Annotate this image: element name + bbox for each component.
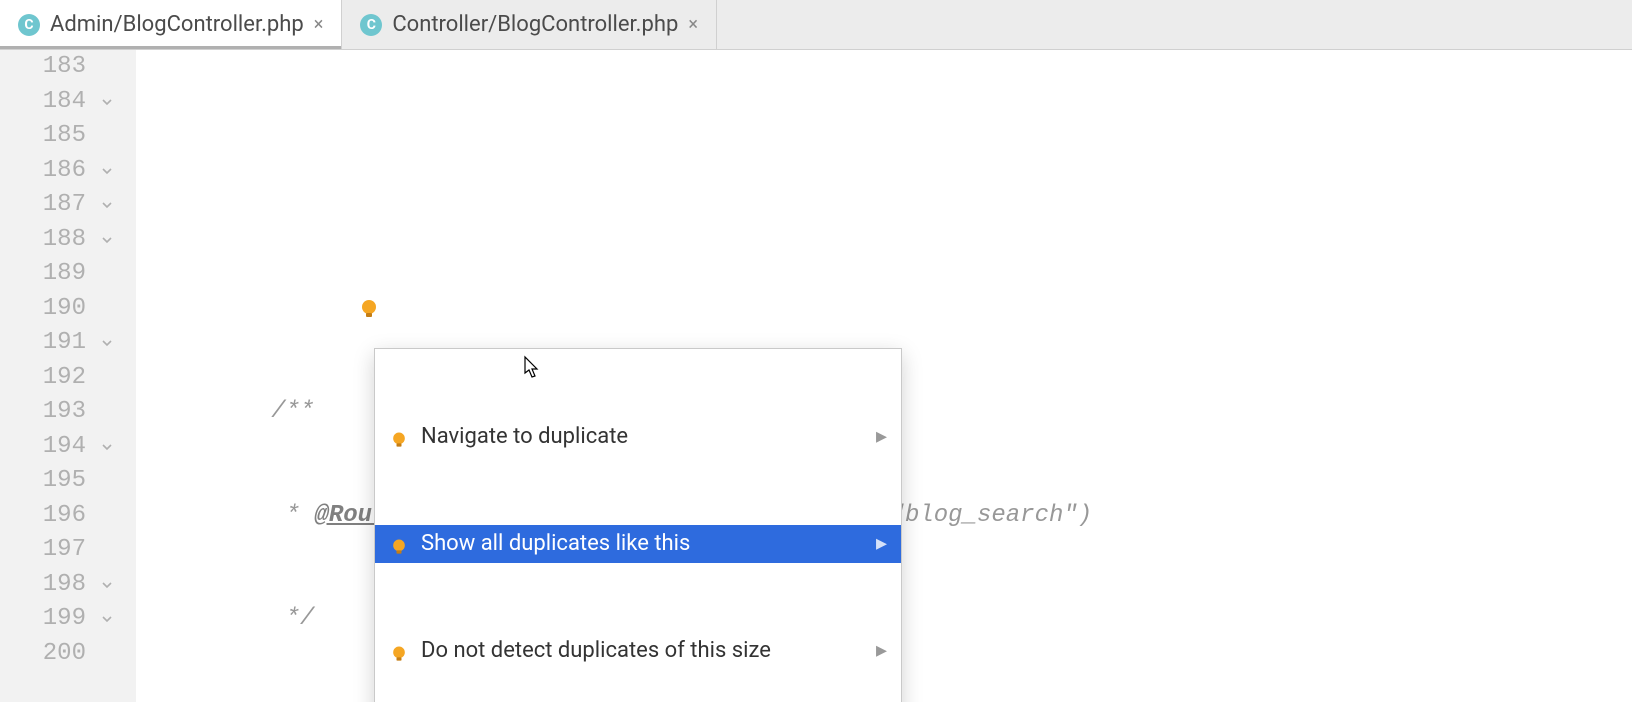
line-number: 183 [0,50,86,85]
intention-action-popup: Navigate to duplicate ▸ Show all duplica… [374,348,902,702]
file-type-icon: C [360,14,382,36]
editor-tab-1[interactable]: C Controller/BlogController.php × [342,0,717,49]
line-number: 185 [0,119,86,154]
gutter-line-numbers: 1831841851861871881891901911921931941951… [0,50,100,702]
submenu-arrow-icon: ▸ [876,420,887,455]
popup-item-navigate-duplicate[interactable]: Navigate to duplicate ▸ [375,418,901,456]
fold-marker-icon[interactable] [100,198,114,212]
line-number: 188 [0,223,86,258]
submenu-arrow-icon: ▸ [876,634,887,669]
line-number: 192 [0,361,86,396]
line-number: 190 [0,292,86,327]
popup-item-label: Do not detect duplicates of this size [421,634,771,669]
fold-marker-icon[interactable] [100,164,114,178]
popup-item-label: Navigate to duplicate [421,420,628,455]
file-type-icon: C [18,14,40,36]
line-number: 195 [0,464,86,499]
line-number: 198 [0,568,86,603]
code-area[interactable]: /** * @Route("/search", methods={"GET"},… [136,50,1632,702]
line-number: 199 [0,602,86,637]
line-number: 186 [0,154,86,189]
tab-label: Admin/BlogController.php [50,12,304,37]
fold-marker-icon[interactable] [100,336,114,350]
line-number: 193 [0,395,86,430]
line-number: 184 [0,85,86,120]
bulb-icon [389,641,409,661]
close-icon[interactable]: × [688,14,698,35]
code-editor[interactable]: 1831841851861871881891901911921931941951… [0,50,1632,702]
close-icon[interactable]: × [314,14,324,35]
fold-marker-icon[interactable] [100,95,114,109]
intention-bulb-icon[interactable] [271,262,295,286]
line-number: 196 [0,499,86,534]
popup-item-dont-detect[interactable]: Do not detect duplicates of this size ▸ [375,632,901,670]
tab-label: Controller/BlogController.php [392,12,678,37]
popup-item-label: Show all duplicates like this [421,527,690,562]
line-number: 200 [0,637,86,672]
fold-marker-icon[interactable] [100,578,114,592]
editor-tabbar: C Admin/BlogController.php × C Controlle… [0,0,1632,50]
submenu-arrow-icon: ▸ [876,527,887,562]
bulb-icon [389,534,409,554]
line-number: 189 [0,257,86,292]
line-number: 197 [0,533,86,568]
gutter-fold-marks [100,50,136,702]
bulb-icon [389,427,409,447]
line-number: 187 [0,188,86,223]
editor-tab-0[interactable]: C Admin/BlogController.php × [0,0,342,49]
fold-marker-icon[interactable] [100,612,114,626]
fold-marker-icon[interactable] [100,440,114,454]
fold-marker-icon[interactable] [100,233,114,247]
popup-item-show-duplicates[interactable]: Show all duplicates like this ▸ [375,525,901,563]
line-number: 191 [0,326,86,361]
line-number: 194 [0,430,86,465]
